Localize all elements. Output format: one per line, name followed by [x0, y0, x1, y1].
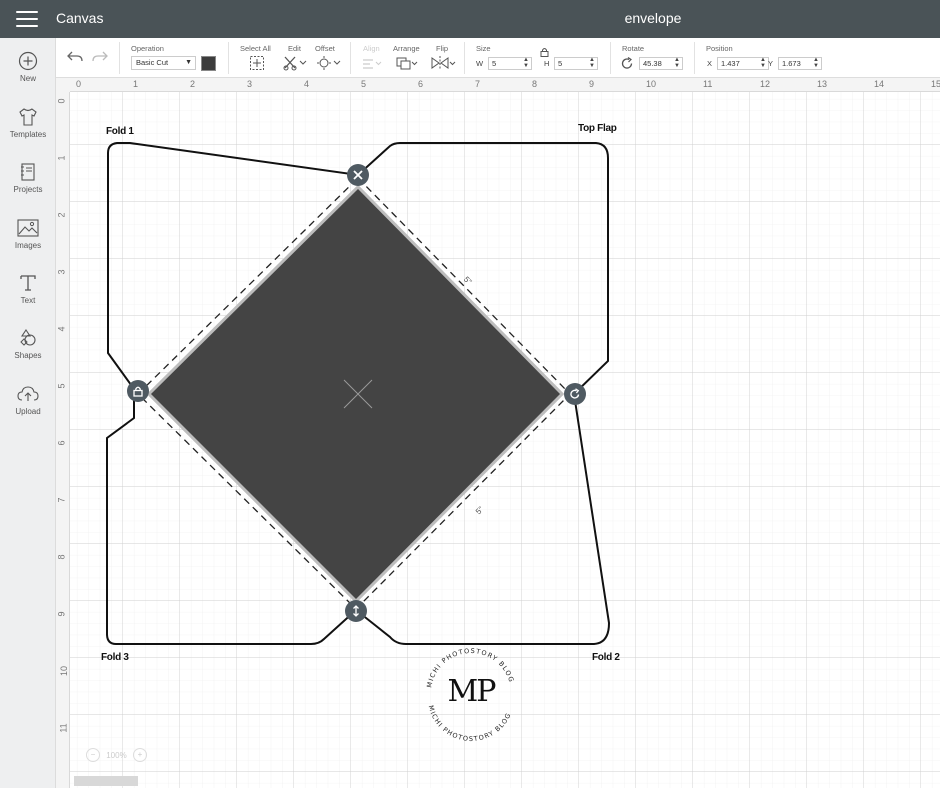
- fold-3-label: Fold 3: [101, 652, 129, 663]
- align-label: Align: [363, 44, 380, 53]
- undo-icon[interactable]: [66, 50, 84, 64]
- chevron-down-icon: ▼: [185, 59, 192, 66]
- document-title: envelope: [624, 10, 682, 26]
- width-input[interactable]: 5 ▲ ▼: [488, 57, 532, 70]
- lock-handle[interactable]: [127, 380, 149, 402]
- cloud-upload-icon: [17, 386, 39, 401]
- width-label: W: [476, 59, 484, 68]
- operation-select[interactable]: Basic Cut ▼: [131, 56, 196, 70]
- sidebar-item-images[interactable]: Images: [0, 218, 56, 268]
- sidebar-item-templates[interactable]: Templates: [0, 107, 56, 157]
- offset-icon[interactable]: [317, 55, 341, 71]
- offset-label: Offset: [315, 44, 335, 53]
- app-title: Canvas: [56, 10, 104, 26]
- rotate-input[interactable]: 45.38 ▲ ▼: [639, 57, 683, 70]
- stepper-arrows-icon[interactable]: ▲ ▼: [589, 57, 595, 69]
- fold-1-label: Fold 1: [106, 126, 134, 137]
- resize-arrows-icon: [353, 605, 359, 617]
- y-input[interactable]: 1.673 ▲ ▼: [778, 57, 822, 70]
- sidebar-item-shapes[interactable]: Shapes: [0, 328, 56, 378]
- align-icon[interactable]: [361, 55, 383, 71]
- color-swatch[interactable]: [201, 56, 216, 71]
- rotate-icon: [570, 388, 580, 399]
- square-shape[interactable]: [151, 189, 560, 599]
- zoom-value: 100%: [106, 750, 127, 760]
- notebook-icon: [21, 163, 35, 181]
- height-label: H: [544, 59, 550, 68]
- sidebar-item-new[interactable]: New: [0, 51, 56, 101]
- y-value: 1.673: [782, 59, 801, 68]
- stepper-arrows-icon[interactable]: ▲ ▼: [813, 57, 819, 69]
- arrange-label: Arrange: [393, 44, 420, 53]
- rotate-icon: [621, 57, 633, 69]
- zoom-in-button[interactable]: +: [132, 748, 147, 762]
- sidebar-item-text[interactable]: Text: [0, 273, 56, 323]
- stepper-arrows-icon[interactable]: ▲ ▼: [523, 57, 529, 69]
- edit-toolbar: Operation Basic Cut ▼ Select All Edit Off…: [56, 38, 940, 78]
- close-icon: [353, 170, 363, 180]
- svg-text:MICHI PHOTOSTORY BLOG: MICHI PHOTOSTORY BLOG: [427, 704, 513, 743]
- toolbar-divider: [610, 42, 611, 74]
- zoom-out-button[interactable]: −: [86, 748, 100, 762]
- tshirt-icon: [19, 108, 37, 126]
- sidebar-item-label: Images: [14, 241, 42, 250]
- resize-handle[interactable]: [345, 600, 367, 622]
- arrange-icon[interactable]: [395, 55, 419, 71]
- edit-scissors-icon[interactable]: [283, 55, 307, 71]
- position-label: Position: [706, 44, 733, 53]
- flip-icon[interactable]: [430, 55, 456, 71]
- height-value: 5: [558, 59, 563, 68]
- text-t-icon: [20, 275, 36, 291]
- x-value: 1.437: [721, 59, 740, 68]
- stepper-arrows-icon[interactable]: ▲ ▼: [760, 57, 766, 69]
- sidebar-item-projects[interactable]: Projects: [0, 162, 56, 212]
- menu-icon[interactable]: [16, 11, 38, 27]
- width-value: 5: [492, 59, 497, 68]
- edit-label: Edit: [288, 44, 301, 53]
- toolbar-divider: [228, 42, 229, 74]
- logo-monogram: MP: [447, 674, 497, 709]
- fold-2-label: Fold 2: [592, 652, 620, 663]
- x-label: X: [707, 59, 713, 68]
- height-input[interactable]: 5 ▲ ▼: [554, 57, 598, 70]
- toolbar-divider: [119, 42, 120, 74]
- top-bar: Canvas envelope: [0, 0, 940, 38]
- y-label: Y: [768, 59, 774, 68]
- flip-label: Flip: [436, 44, 449, 53]
- design-canvas[interactable]: 0 1 2 3 4 5 6 7 8 9 10 11 12 13 14 15 0 1 2 3 4 5 6 7 8 9 10 11 Fo…: [56, 78, 940, 788]
- zoom-control: − 100% +: [86, 748, 147, 762]
- select-all-icon[interactable]: [249, 55, 265, 71]
- toolbar-divider: [694, 42, 695, 74]
- rotate-handle[interactable]: [564, 383, 586, 405]
- sidebar-item-label: Templates: [9, 130, 47, 139]
- stepper-arrows-icon[interactable]: ▲ ▼: [674, 57, 680, 69]
- sidebar-item-upload[interactable]: Upload: [0, 384, 56, 434]
- sidebar-item-label: New: [19, 74, 36, 83]
- sidebar-item-label: Text: [20, 296, 36, 305]
- shapes-icon: [20, 329, 36, 346]
- redo-icon[interactable]: [91, 50, 109, 64]
- sidebar-item-label: Upload: [15, 407, 41, 416]
- plus-circle-icon: [18, 51, 38, 71]
- horizontal-scrollbar[interactable]: [74, 776, 138, 786]
- image-icon: [17, 219, 39, 237]
- operation-label: Operation: [131, 44, 164, 53]
- x-input[interactable]: 1.437 ▲ ▼: [717, 57, 769, 70]
- size-label: Size: [476, 44, 491, 53]
- toolbar-divider: [350, 42, 351, 74]
- sidebar-item-label: Projects: [13, 185, 43, 194]
- lock-icon: [133, 386, 143, 397]
- sidebar: New Templates Projects Images Text Shape…: [0, 38, 56, 788]
- top-flap-label: Top Flap: [578, 123, 617, 134]
- delete-handle[interactable]: [347, 164, 369, 186]
- rotate-label: Rotate: [622, 44, 645, 53]
- select-all-label: Select All: [240, 44, 271, 53]
- sidebar-item-label: Shapes: [14, 351, 42, 360]
- toolbar-divider: [464, 42, 465, 74]
- rotate-value: 45.38: [643, 59, 662, 68]
- lock-icon[interactable]: [540, 47, 549, 57]
- operation-value: Basic Cut: [136, 58, 169, 67]
